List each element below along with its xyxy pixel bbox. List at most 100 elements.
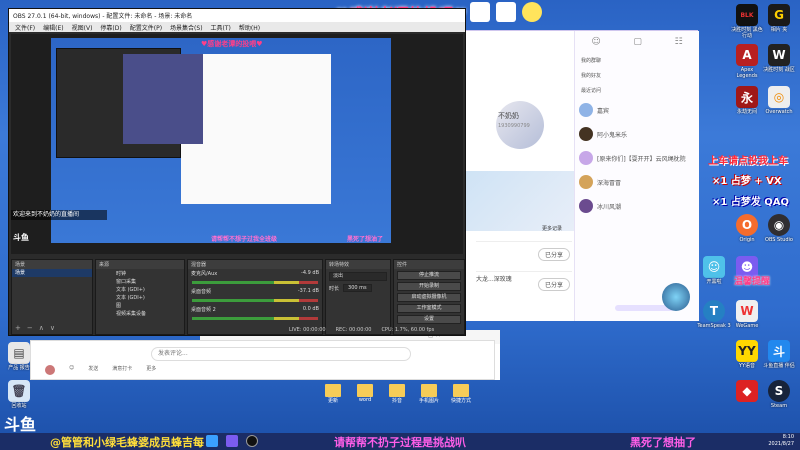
app-icon[interactable]: [496, 2, 516, 22]
add-icon[interactable]: +: [15, 324, 21, 332]
duration-input[interactable]: 300 ms: [343, 284, 372, 292]
mixer-track-1: 麦克风/Aux -4.9 dB: [191, 270, 319, 277]
desktop-icon-album[interactable]: G 相片 夹: [762, 4, 796, 33]
remove-icon[interactable]: −: [27, 324, 33, 332]
menu-scene-collection[interactable]: 场景集合(S): [170, 23, 203, 32]
emoji-icon[interactable]: ☺: [69, 365, 74, 375]
like-button[interactable]: 已分享: [537, 248, 570, 261]
desktop-icon-steam[interactable]: S Steam: [762, 380, 796, 409]
folder-douyin[interactable]: 抖音: [384, 384, 410, 404]
desktop-icon-douyu[interactable]: 斗 斗鱼直播 伴侣: [762, 340, 796, 369]
desktop-icon-douyu-2[interactable]: ◆: [730, 380, 764, 402]
avatar-small[interactable]: [45, 365, 55, 375]
taskbar-app-icon[interactable]: [226, 435, 238, 447]
scene-item[interactable]: 场景: [12, 269, 92, 277]
transition-select[interactable]: 淡出: [329, 272, 387, 281]
profile-id: 1930990799: [498, 123, 530, 129]
obs-preview[interactable]: ♥感谢老谭的投喂♥ 欢迎来到不奶奶的直播间 斗鱼 请帮帮不想子过我全班级 黑死了…: [11, 34, 463, 254]
floating-avatar[interactable]: [662, 283, 690, 311]
more-records-link[interactable]: 更多记录: [542, 225, 562, 232]
studio-mode-button[interactable]: 工作室模式: [397, 304, 461, 313]
desktop-icon-cod-bo[interactable]: BLK 决胜时刻 黑色行动: [730, 4, 764, 39]
source-item[interactable]: 文本 (GDI+): [96, 285, 184, 293]
folder-phone-images[interactable]: 手机图片: [416, 384, 442, 404]
menu-view[interactable]: 视图(V): [72, 23, 93, 32]
menu-dock[interactable]: 停靠(D): [100, 23, 121, 32]
app-icon[interactable]: [522, 2, 542, 22]
source-item[interactable]: 窗口采集: [96, 277, 184, 285]
list-item[interactable]: 深海冒冒: [575, 170, 699, 194]
taskbar-app-icon[interactable]: [206, 435, 218, 447]
desktop-icon-obs[interactable]: ◉ OBS Studio: [762, 214, 796, 243]
folder-icon: [389, 384, 405, 397]
taskbar-clock: 8:10 2021/8/27: [768, 434, 794, 447]
section-recent[interactable]: 最近访问: [575, 83, 699, 98]
folder-update[interactable]: 更新: [320, 384, 346, 404]
menu-tools[interactable]: 工具(T): [211, 23, 231, 32]
checkin-label[interactable]: 满意打卡: [112, 365, 132, 375]
desktop-icon-wegame[interactable]: W WeGame: [730, 300, 764, 329]
group-tab-icon[interactable]: ▢: [633, 37, 642, 47]
comment-input[interactable]: 发表评论...: [151, 347, 411, 361]
section-groups[interactable]: 我的群聊: [575, 53, 699, 68]
volume-meter[interactable]: [192, 317, 318, 320]
welcome-overlay: 欢迎来到不奶奶的直播间: [11, 210, 107, 220]
cod-icon: BLK: [736, 4, 758, 26]
avatar: [579, 103, 593, 117]
section-friends[interactable]: 我的好友: [575, 68, 699, 83]
obs-title: OBS 27.0.1 (64-bit, windows) - 配置文件: 未命名…: [13, 13, 193, 20]
mixer-track-3: 桌面音频 2 0.0 dB: [191, 306, 319, 313]
post-card[interactable]: 已分享: [476, 241, 572, 269]
chat-app-window[interactable]: 不奶奶 1930990799 更多记录 已分享 大龙...深玫瑰 已分享 ☺ ▢…: [465, 30, 699, 321]
desktop-icon-teamspeak[interactable]: T TeamSpeak 3: [697, 300, 731, 329]
volume-meter[interactable]: [192, 281, 318, 284]
overlay-text-2: ×1 占梦 + VX: [712, 176, 782, 187]
douyu-logo: 斗鱼: [4, 415, 37, 434]
contacts-tab-icon[interactable]: ☷: [675, 37, 683, 47]
desktop-icon-recycle-bin[interactable]: 🗑 回收站: [2, 380, 36, 409]
list-item[interactable]: 嘉宾: [575, 98, 699, 122]
source-item[interactable]: 视频采集设备: [96, 309, 184, 317]
chat-left-pane: 不奶奶 1930990799 更多记录 已分享 大龙...深玫瑰 已分享: [466, 31, 574, 321]
folder-shortcuts[interactable]: 快捷方式: [448, 384, 474, 404]
desktop-icon-origin[interactable]: O Origin: [730, 214, 764, 243]
menu-edit[interactable]: 编辑(E): [43, 23, 63, 32]
desktop-icon-kaiheila[interactable]: ☺ 开黑啦: [697, 256, 731, 285]
menu-help[interactable]: 帮助(H): [239, 23, 260, 32]
list-item[interactable]: 阿小鬼米乐: [575, 122, 699, 146]
apex-icon: A: [736, 44, 758, 66]
menu-profile[interactable]: 配置文件(P): [130, 23, 162, 32]
send-label[interactable]: 发送: [88, 365, 98, 375]
desktop-icon-warzone[interactable]: W 决胜时刻 战区: [762, 44, 796, 73]
down-icon[interactable]: ∨: [50, 324, 55, 332]
desktop-icon-overwatch[interactable]: ◎ Overwatch: [762, 86, 796, 115]
up-icon[interactable]: ∧: [39, 324, 44, 332]
source-item[interactable]: 图: [96, 301, 184, 309]
folder-word[interactable]: word: [352, 384, 378, 403]
obs-window[interactable]: OBS 27.0.1 (64-bit, windows) - 配置文件: 未命名…: [8, 8, 466, 336]
menu-file[interactable]: 文件(F): [15, 23, 35, 32]
post-card-2[interactable]: 大龙...深玫瑰 已分享: [476, 271, 572, 301]
volume-meter[interactable]: [192, 299, 318, 302]
overlay-text-1: 上车请点投我上车: [708, 156, 788, 167]
like-button-2[interactable]: 已分享: [537, 278, 570, 291]
virtual-camera-button[interactable]: 启动虚拟摄像机: [397, 293, 461, 302]
source-item[interactable]: 文本 (GDI+): [96, 293, 184, 301]
obs-titlebar[interactable]: OBS 27.0.1 (64-bit, windows) - 配置文件: 未命名…: [9, 9, 465, 22]
settings-button[interactable]: 设置: [397, 315, 461, 324]
desktop-icon-naraka[interactable]: 永 永劫无间: [730, 86, 764, 115]
list-item[interactable]: 冰川风潮: [575, 194, 699, 218]
stop-stream-button[interactable]: 停止推流: [397, 271, 461, 280]
list-item[interactable]: [原来你们]【耍开开】云风绳枕院: [575, 146, 699, 170]
start-recording-button[interactable]: 开始录制: [397, 282, 461, 291]
desktop-icon-apex[interactable]: A Apex Legends: [730, 44, 764, 79]
source-item[interactable]: 时钟: [96, 269, 184, 277]
more-label[interactable]: 更多: [146, 365, 156, 375]
desktop-icon-yy[interactable]: YY YY语音: [730, 340, 764, 369]
user-tab-icon[interactable]: ☺: [591, 37, 600, 47]
avatar: [579, 199, 593, 213]
obs-taskbar-icon[interactable]: [246, 435, 258, 447]
transitions-header: 转场特效: [326, 260, 390, 269]
app-icon[interactable]: [470, 2, 490, 22]
sources-header: 来源: [96, 260, 184, 269]
